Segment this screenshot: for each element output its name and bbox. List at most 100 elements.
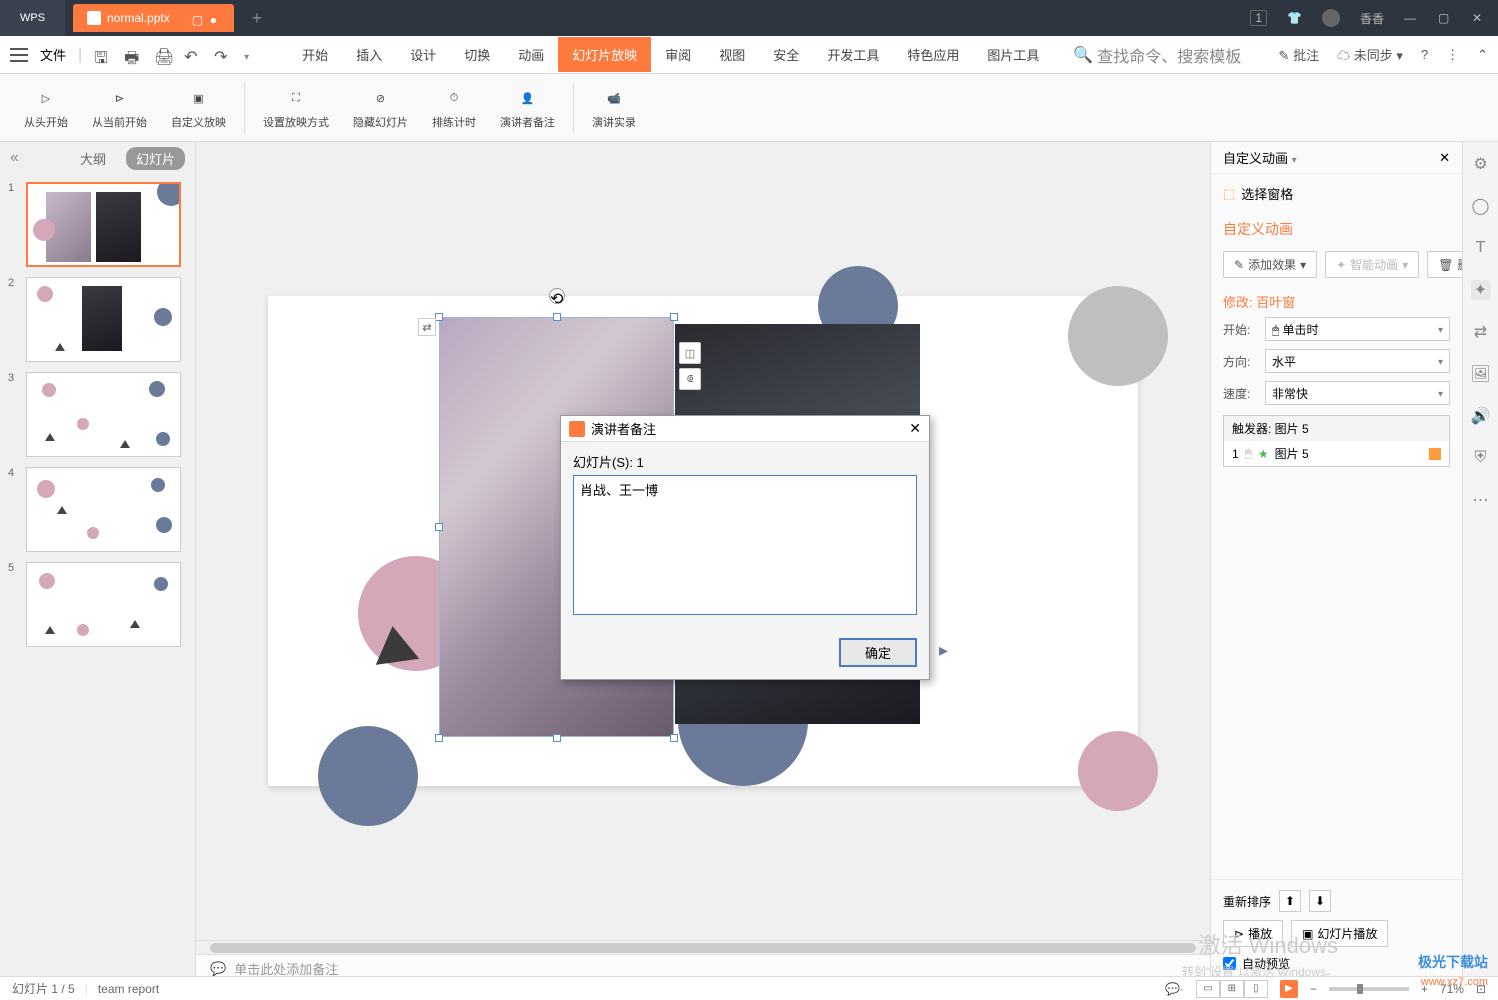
reading-view-icon[interactable]: ▯ — [1244, 980, 1268, 998]
tab-picture-tools[interactable]: 图片工具 — [973, 37, 1053, 72]
user-avatar[interactable] — [1322, 9, 1340, 27]
more-icon[interactable]: ⋮ — [1446, 47, 1459, 63]
layer-icon[interactable]: ◫ — [679, 342, 701, 364]
zoom-thumb[interactable] — [1357, 984, 1363, 994]
thumbnail-4[interactable]: 4 — [8, 467, 187, 552]
tab-insert[interactable]: 插入 — [342, 37, 396, 72]
tab-security[interactable]: 安全 — [759, 37, 813, 72]
horizontal-scrollbar[interactable] — [196, 940, 1210, 954]
tab-start[interactable]: 开始 — [288, 37, 342, 72]
resize-handle-w[interactable] — [435, 523, 443, 531]
move-down-button[interactable]: ⬇ — [1309, 890, 1331, 912]
trigger-item-1[interactable]: 1 🖱 ★ 图片 5 — [1224, 441, 1449, 466]
select-pane-button[interactable]: ⬚ 选择窗格 — [1211, 174, 1462, 213]
item-menu-icon[interactable] — [1429, 448, 1441, 460]
sorter-view-icon[interactable]: ⊞ — [1220, 980, 1244, 998]
sync-status[interactable]: ☁ 未同步 ▾ — [1337, 45, 1403, 64]
collapse-panel-icon[interactable]: « — [10, 149, 19, 167]
tab-transition[interactable]: 切换 — [450, 37, 504, 72]
record-button[interactable]: 📹演讲实录 — [580, 85, 648, 130]
speed-select[interactable]: 非常快 — [1265, 381, 1450, 405]
wps-logo[interactable]: WPS — [0, 0, 65, 36]
document-tab[interactable]: normal.pptx ▢ ● — [73, 4, 234, 32]
start-select[interactable]: 🖱 单击时 — [1265, 317, 1450, 341]
tab-special[interactable]: 特色应用 — [893, 37, 973, 72]
thumbnail-5[interactable]: 5 — [8, 562, 187, 647]
tab-devtools[interactable]: 开发工具 — [813, 37, 893, 72]
scrollbar-thumb[interactable] — [210, 943, 1196, 953]
custom-show-button[interactable]: ▣自定义放映 — [159, 85, 238, 130]
speaker-notes-button[interactable]: 👤演讲者备注 — [488, 85, 567, 130]
resize-handle-se[interactable] — [670, 734, 678, 742]
slides-tab[interactable]: 幻灯片 — [126, 147, 185, 170]
dialog-close-icon[interactable]: ✕ — [909, 420, 921, 437]
notes-toggle-icon[interactable]: 💬· — [1165, 982, 1184, 996]
setup-show-button[interactable]: ⛶设置放映方式 — [251, 85, 341, 130]
resize-handle-sw[interactable] — [435, 734, 443, 742]
text-icon[interactable]: T — [1471, 238, 1491, 258]
close-panel-icon[interactable]: ✕ — [1439, 150, 1450, 166]
close-icon[interactable]: ✕ — [1472, 11, 1486, 25]
from-beginning-button[interactable]: ▷从头开始 — [12, 85, 80, 130]
print-icon[interactable]: 🖶 — [124, 47, 140, 63]
undo-icon[interactable]: ↶ — [184, 47, 200, 63]
tab-monitor-icon[interactable]: ▢ — [192, 13, 202, 23]
image-strip-icon[interactable]: 🖼 — [1471, 364, 1491, 384]
transition-strip-icon[interactable]: ⇄ — [1471, 322, 1491, 342]
minimize-icon[interactable]: — — [1404, 11, 1418, 25]
hide-slide-button[interactable]: ⊘隐藏幻灯片 — [341, 85, 420, 130]
tab-dot-icon[interactable]: ● — [210, 13, 220, 23]
tab-design[interactable]: 设计 — [396, 37, 450, 72]
from-current-button[interactable]: ⊳从当前开始 — [80, 85, 159, 130]
new-tab-button[interactable]: + — [252, 8, 263, 29]
slideshow-view-icon[interactable]: ▶ — [1280, 980, 1298, 998]
more-strip-icon[interactable]: ⋯ — [1471, 490, 1491, 510]
resize-handle-nw[interactable] — [435, 313, 443, 321]
command-search[interactable]: 🔍 查找命令、搜索模板 — [1073, 43, 1241, 67]
rotate-handle[interactable]: ⟲ — [549, 288, 565, 304]
outline-tab[interactable]: 大纲 — [70, 147, 116, 170]
print-preview-icon[interactable]: 🖨 — [154, 47, 170, 63]
panel-dropdown-icon[interactable] — [1292, 151, 1297, 166]
audio-strip-icon[interactable]: 🔊 — [1471, 406, 1491, 426]
properties-icon[interactable]: ⚙ — [1471, 154, 1491, 174]
rehearse-button[interactable]: ⏱排练计时 — [420, 85, 488, 130]
tab-slideshow[interactable]: 幻灯片放映 — [558, 37, 651, 72]
help-icon[interactable]: ? — [1421, 47, 1428, 62]
crop-icon[interactable]: ⟃ — [679, 368, 701, 390]
redo-icon[interactable]: ↷ — [214, 47, 230, 63]
comment-button[interactable]: ✎ 批注 — [1279, 45, 1320, 64]
apparel-icon[interactable]: 👕 — [1287, 11, 1302, 25]
anim-strip-icon[interactable]: ✦ — [1471, 280, 1491, 300]
resize-handle-ne[interactable] — [670, 313, 678, 321]
hamburger-icon[interactable] — [10, 48, 28, 62]
normal-view-icon[interactable]: ▭ — [1196, 980, 1220, 998]
ok-button[interactable]: 确定 — [839, 638, 917, 667]
thumbnail-1[interactable]: 1 — [8, 182, 187, 267]
resize-handle-s[interactable] — [553, 734, 561, 742]
thumbnail-list[interactable]: 1 2 3 — [0, 174, 195, 982]
save-icon[interactable]: 🖫 — [94, 47, 110, 63]
resize-handle-n[interactable] — [553, 313, 561, 321]
zoom-out-icon[interactable]: − — [1310, 982, 1317, 996]
anim-indicator-icon[interactable]: ⇄ — [418, 318, 436, 336]
file-menu[interactable]: 文件 — [40, 45, 66, 64]
tab-review[interactable]: 审阅 — [651, 37, 705, 72]
thumbnail-3[interactable]: 3 — [8, 372, 187, 457]
notes-textarea[interactable] — [573, 475, 917, 615]
collapse-ribbon-icon[interactable]: ⌃ — [1477, 47, 1488, 63]
dialog-titlebar[interactable]: 演讲者备注 ✕ — [561, 416, 929, 442]
badge-count[interactable]: 1 — [1250, 10, 1267, 26]
move-up-button[interactable]: ⬆ — [1279, 890, 1301, 912]
safe-strip-icon[interactable]: ⛨ — [1471, 448, 1491, 468]
thumbnail-2[interactable]: 2 — [8, 277, 187, 362]
smart-anim-button[interactable]: ✦ 智能动画 ▾ — [1325, 251, 1419, 278]
shapes-icon[interactable]: ◯ — [1471, 196, 1491, 216]
add-effect-button[interactable]: ✎ 添加效果 ▾ — [1223, 251, 1317, 278]
maximize-icon[interactable]: ▢ — [1438, 11, 1452, 25]
tab-animation[interactable]: 动画 — [504, 37, 558, 72]
tab-view[interactable]: 视图 — [705, 37, 759, 72]
direction-select[interactable]: 水平 — [1265, 349, 1450, 373]
zoom-slider[interactable] — [1329, 987, 1409, 991]
qat-more-icon[interactable] — [244, 47, 260, 63]
